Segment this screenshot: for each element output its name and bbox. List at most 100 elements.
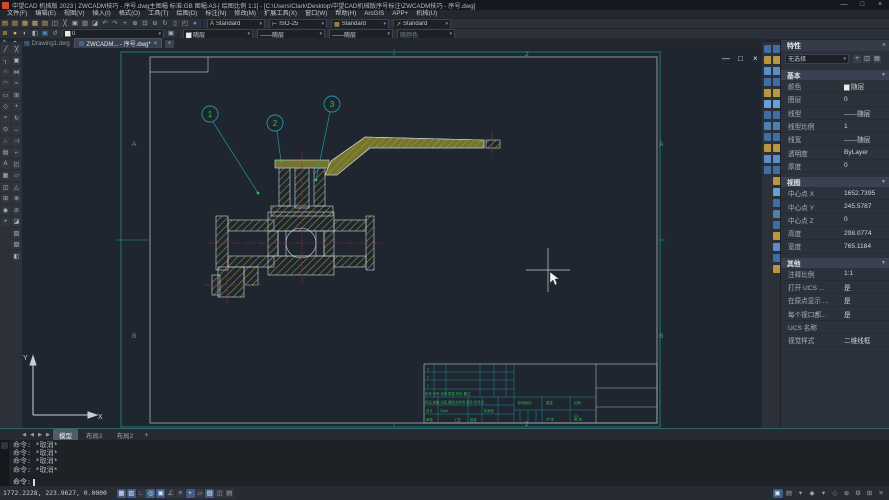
modify-tool-icon[interactable]: ⌐ (12, 148, 21, 157)
property-value[interactable]: 1 (844, 123, 848, 130)
draw-tool-icon[interactable]: ◉ (1, 205, 10, 215)
draw-tool-icon[interactable]: ▭ (1, 90, 10, 100)
draw-tool-icon[interactable]: ∴ (1, 136, 10, 146)
redo-icon[interactable]: ↷ (111, 20, 120, 28)
transparency-icon[interactable]: ▱ (195, 488, 205, 498)
menu-item[interactable]: 窗口(W) (301, 10, 331, 18)
property-row[interactable]: 高度 298.0774 (781, 227, 889, 241)
property-value[interactable]: 随层 (844, 81, 864, 91)
online-icon[interactable]: ● (191, 20, 200, 28)
command-history-line[interactable]: 命令: *取消* (13, 441, 58, 449)
draw-tool-icon[interactable]: ▤ (1, 148, 10, 157)
layer-lock-icon[interactable]: ◧ (31, 30, 40, 38)
auto-annotation-icon[interactable]: ◇ (830, 489, 840, 498)
quick-select-icon[interactable]: ◫ (863, 54, 871, 63)
property-value[interactable]: ByLayer (844, 149, 868, 156)
modify-tool-icon[interactable]: ◧ (12, 251, 21, 261)
property-value[interactable]: 245.5787 (844, 203, 872, 210)
menu-item[interactable]: 工具(T) (144, 10, 172, 18)
draw-tool-icon[interactable]: + (1, 217, 10, 226)
menu-item[interactable]: 绘图(D) (172, 10, 201, 18)
menu-item[interactable]: ArcGIS (360, 10, 388, 18)
draw-tool-icon[interactable]: ╱ (1, 44, 10, 54)
modify-tool-icon[interactable]: ⊘ (12, 205, 21, 215)
property-row[interactable]: 在原点显示 ... 是 (781, 294, 889, 308)
menu-item[interactable]: APP+ (388, 10, 412, 18)
modify-tool-icon[interactable]: ≈ (12, 79, 21, 88)
plot-icon[interactable]: ▨ (41, 20, 50, 28)
property-value[interactable]: 0 (844, 96, 848, 103)
layer-color-icon[interactable]: ▣ (41, 30, 50, 38)
properties-header[interactable]: 特性 × (781, 40, 889, 51)
select-objects-icon[interactable]: ▤ (873, 54, 881, 63)
property-value[interactable]: ——随层 (844, 134, 870, 144)
grid-icon[interactable]: ▦ (117, 488, 126, 498)
modify-tool-icon[interactable]: ⊗ (12, 194, 21, 203)
draw-tool-icon[interactable]: ○ (1, 67, 10, 77)
zoom-previous-icon[interactable]: ⊖ (151, 20, 160, 28)
modify-tool-icon[interactable]: ↔ (12, 125, 21, 134)
layer-on-icon[interactable]: ● (11, 30, 20, 38)
doc-tab-drawing1[interactable]: ▤ Drawing1.dwg (20, 39, 74, 48)
mdi-controls[interactable]: — □ × (722, 54, 758, 63)
menu-item[interactable]: 编辑(E) (31, 10, 60, 18)
property-value[interactable]: 0 (844, 162, 848, 169)
draw-tool-icon[interactable]: ◇ (1, 102, 10, 111)
match-properties-icon[interactable]: ◪ (91, 20, 100, 28)
modify-tool-icon[interactable]: ◰ (12, 159, 21, 169)
units-icon[interactable]: ⊕ (842, 489, 852, 498)
modify-tool-icon[interactable]: ⊣ (12, 136, 21, 146)
clean-screen-icon[interactable]: ▤ (224, 488, 234, 498)
tab-close-icon[interactable]: × (154, 41, 158, 47)
property-row[interactable]: 线型 ——随层 (781, 107, 889, 120)
property-row[interactable]: 中心点 Z 0 (781, 214, 889, 227)
workspace-icon[interactable]: ◫ (214, 488, 224, 498)
property-row[interactable]: 打开 UCS ... 是 (781, 281, 889, 295)
make-layer-current-icon[interactable]: ▣ (167, 30, 176, 38)
property-row[interactable]: 线宽 ——随层 (781, 133, 889, 147)
copy-icon[interactable]: ▣ (71, 20, 80, 28)
status-menu-icon[interactable]: ≡ (876, 489, 886, 498)
selection-combo[interactable]: 无选择 ▾ (785, 53, 849, 64)
dynamic-input-icon[interactable]: + (185, 488, 195, 498)
modify-tool-icon[interactable]: ⋈ (12, 67, 21, 77)
property-row[interactable]: 视觉样式 二维线框 (781, 334, 889, 348)
property-row[interactable]: 颜色 随层 (781, 80, 889, 94)
annotation-icon[interactable]: ▨ (205, 488, 215, 498)
menu-item[interactable]: 标注(N) (201, 10, 230, 18)
property-value[interactable]: ——随层 (844, 108, 870, 118)
paste-icon[interactable]: ▥ (81, 20, 90, 28)
layout-nav-icon[interactable]: ◀ (28, 432, 36, 438)
annotation-visibility-icon[interactable]: ◆ (807, 489, 817, 498)
modify-tool-icon[interactable]: ╳ (12, 44, 21, 54)
modify-tool-icon[interactable]: ↻ (12, 113, 21, 123)
modify-tool-icon[interactable]: ⊞ (12, 90, 21, 100)
preview-icon[interactable]: ◫ (51, 20, 60, 28)
property-value[interactable]: 是 (844, 282, 851, 292)
toggle-value-icon[interactable]: + (853, 54, 861, 63)
menu-item[interactable]: 视图(V) (60, 10, 89, 18)
property-row[interactable]: 中心点 X 1652.7395 (781, 187, 889, 201)
menu-item[interactable]: 机械(U) (412, 10, 441, 18)
layout-nav-icon[interactable]: ◀ (20, 432, 28, 438)
modify-tool-icon[interactable]: ▱ (12, 171, 21, 180)
section-header-view[interactable]: 视图 ▼ (781, 177, 889, 188)
property-value[interactable]: 二维线框 (844, 335, 870, 345)
layer-properties-icon[interactable]: ≣ (1, 30, 10, 38)
settings-gear-icon[interactable]: ⚙ (853, 489, 863, 498)
modify-tool-icon[interactable]: + (12, 102, 21, 111)
doc-tab-active[interactable]: ▤ ZWCADM... - 序号.dwg* × (73, 38, 163, 48)
menu-item[interactable]: 扩展工具(X) (260, 10, 301, 18)
menu-item[interactable]: 格式(O) (115, 10, 144, 18)
annotation-dropdown-icon[interactable]: ▾ (819, 489, 829, 498)
save-as-icon[interactable]: ▩ (31, 20, 40, 28)
scale-list-icon[interactable]: ▤ (784, 489, 794, 498)
zoom-window-icon[interactable]: ⊡ (141, 20, 150, 28)
maximize-button[interactable]: □ (853, 0, 871, 10)
new-icon[interactable]: ▤ (1, 20, 10, 28)
new-tab-button[interactable]: + (165, 40, 175, 48)
draw-tool-icon[interactable]: ≈ (1, 113, 10, 123)
property-row[interactable]: 中心点 Y 245.5787 (781, 200, 889, 214)
section-header-other[interactable]: 其他 ▼ (781, 257, 889, 268)
command-window[interactable]: 命令: *取消* 命令: *取消* 命令: *取消* 命令: *取消* 命令: (0, 440, 889, 486)
